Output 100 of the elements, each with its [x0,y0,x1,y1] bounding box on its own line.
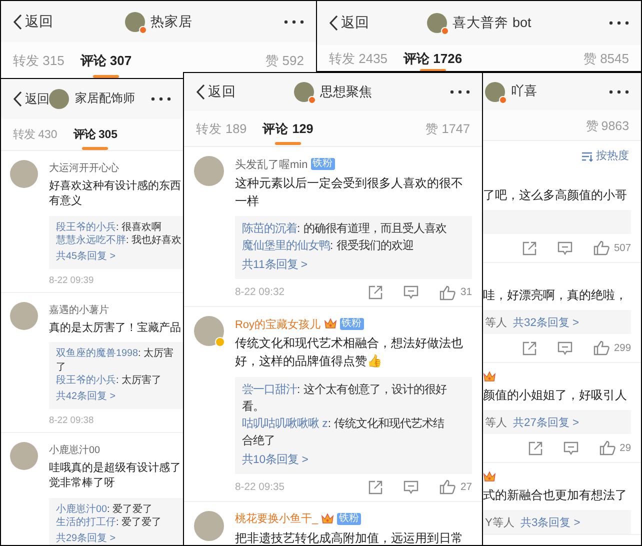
more-replies-link[interactable]: 共29条回复 > [56,532,116,545]
fan-badge: 铁粉 [340,318,364,330]
verified-badge-icon [499,96,507,104]
comment-text: 这种元素以后一定会受到很多人喜欢的很不一样 [235,175,464,210]
tab[interactable]: 评论 129 [262,121,314,145]
like-count: 507 [614,242,631,254]
thumbs-up-icon[interactable] [439,479,456,496]
comment-icon[interactable] [403,480,420,495]
tab[interactable]: 评论 305 [73,127,118,150]
timestamp: 8-22 09:38 [49,415,94,426]
comment-icon[interactable] [403,285,420,300]
user-link[interactable]: 陈茁的沉着 [242,223,297,236]
reply-text: 段王爷的小兵: 太厉害了 [56,374,162,388]
user-name[interactable]: 嘉遇的小薯片 [49,302,109,317]
comment-text: 真的是太厉害了！宝藏产品 [49,320,182,336]
more-replies-link[interactable]: 共42条回复 > [56,390,116,404]
user-name[interactable]: Roy的宝藏女孩儿 [235,316,321,332]
tab[interactable]: 转发 2435 [329,51,388,67]
back-button[interactable]: 返回 [13,90,49,108]
more-replies-link[interactable]: 共32条回复 > [513,314,580,330]
share-icon[interactable] [368,480,384,495]
account-name: 喜大普奔 bot [452,14,532,32]
reply-users: 等人 [485,316,507,330]
more-icon[interactable] [151,97,171,101]
tab[interactable]: 赞 592 [266,53,304,69]
tab[interactable]: 赞 9863 [586,118,629,134]
user-name[interactable]: 头发乱了喔min [235,156,308,172]
timestamp: 8-22 09:35 [235,482,285,493]
more-icon[interactable] [609,21,629,25]
user-link[interactable]: 小鹿崽汁00 [56,504,107,515]
reply-text: 尝一口甜汁: 这个太有创意了，设计的很好看。 [242,382,448,415]
fan-badge: 铁粉 [310,158,335,170]
reply-users: Y等人 [485,516,514,530]
tab[interactable]: 转发 189 [196,121,247,137]
back-button[interactable]: 返回 [329,14,369,32]
timestamp: 8-22 09:39 [49,275,94,286]
thumbs-up-icon[interactable] [439,284,456,301]
more-replies-link[interactable]: 共11条回复 > [242,257,308,274]
tab[interactable]: 转发 315 [13,53,64,69]
share-icon[interactable] [522,240,537,256]
comment-text: 传统文化和现代艺术相融合，想法好做法也好，这样的品牌值得点赞👍 [235,335,464,370]
like-count: 29 [620,442,631,454]
verified-badge-icon [138,26,146,34]
comment-text: 了吧，这么多高颜值的小哥 [483,187,628,204]
share-icon[interactable] [368,285,384,300]
like-count: 31 [460,287,472,298]
share-icon[interactable] [522,340,537,356]
chevron-left-icon [13,91,22,107]
more-icon[interactable] [609,90,629,94]
comment-icon[interactable] [557,240,573,256]
tab[interactable]: 转发 430 [13,127,58,143]
user-name[interactable]: 大运河开开心心 [49,161,119,175]
more-replies-link[interactable]: 共27条回复 > [513,414,580,430]
timestamp: 8-22 09:32 [235,287,285,298]
user-link[interactable]: 魔仙堡里的仙女鸭 [242,240,330,252]
user-link[interactable]: 慧慧永远吃不胖 [56,235,126,246]
more-icon[interactable] [450,90,470,94]
tab[interactable]: 评论 1726 [404,51,462,71]
account-name: 家居配饰师 [75,91,135,107]
user-name[interactable]: 桃花要换小鱼干_ [235,511,318,526]
reply-text: 陈茁的沉着: 的确很有道理，而且受人喜欢 [242,221,448,238]
back-button[interactable]: 返回 [13,12,53,30]
user-link[interactable]: 生活的打工仔 [56,517,116,528]
more-replies-link[interactable]: 共3条回复 > [520,514,580,530]
tab[interactable]: 赞 1747 [425,121,470,137]
reply-text: 双鱼座的魔兽1998: 太厉害了 [56,347,174,374]
sort-icon [581,150,593,162]
user-link[interactable]: 段王爷的小兵 [56,222,116,233]
verified-badge-icon [308,96,316,104]
reply-text: 小鹿崽汁00: 爱了爱了 [56,502,154,516]
tab[interactable]: 评论 307 [80,53,132,78]
share-icon[interactable] [528,440,543,456]
verified-badge-icon [440,27,449,35]
sort-button[interactable]: 按热度 [581,149,629,163]
thumbs-up-icon[interactable] [598,440,616,456]
user-link[interactable]: 段王爷的小兵 [56,375,116,386]
user-link[interactable]: 咕叽咕叽啾啾啾 z [242,418,328,430]
reply-text: 魔仙堡里的仙女鸭: 很受我们的欢迎 [242,238,414,254]
account-name: 热家居 [150,12,192,30]
more-icon[interactable] [284,20,304,24]
comment-icon[interactable] [562,440,579,456]
more-replies-link[interactable]: 共45条回复 > [56,250,116,264]
user-link[interactable]: 尝一口甜汁 [242,384,297,396]
more-replies-link[interactable]: 共10条回复 > [242,452,308,469]
crown-icon [321,512,334,525]
comment-text: 哇哦真的是超级有设计感了觉非常棒了呀 [49,460,182,492]
reply-text: 咕叽咕叽啾啾啾 z: 传统文化和现代艺术结合绝了 [242,416,446,449]
back-button[interactable]: 返回 [196,83,236,101]
like-count: 27 [460,482,472,493]
comment-text: 哇，好漂亮啊，真的绝啦， [483,287,628,304]
account-name: 吖喜 [511,83,537,100]
reply-text: 段王爷的小兵: 很喜欢啊 [56,220,162,234]
chevron-left-icon [13,14,22,30]
comment-text: 把非遗技艺转化成高附加值，远运用到日常 [235,530,464,545]
comment-icon[interactable] [557,340,573,356]
thumbs-up-icon[interactable] [593,340,610,356]
thumbs-up-icon[interactable] [593,240,610,256]
tab[interactable]: 赞 8545 [583,51,629,67]
user-link[interactable]: 双鱼座的魔兽1998 [56,348,138,360]
user-name[interactable]: 小鹿崽汁00 [49,442,100,457]
